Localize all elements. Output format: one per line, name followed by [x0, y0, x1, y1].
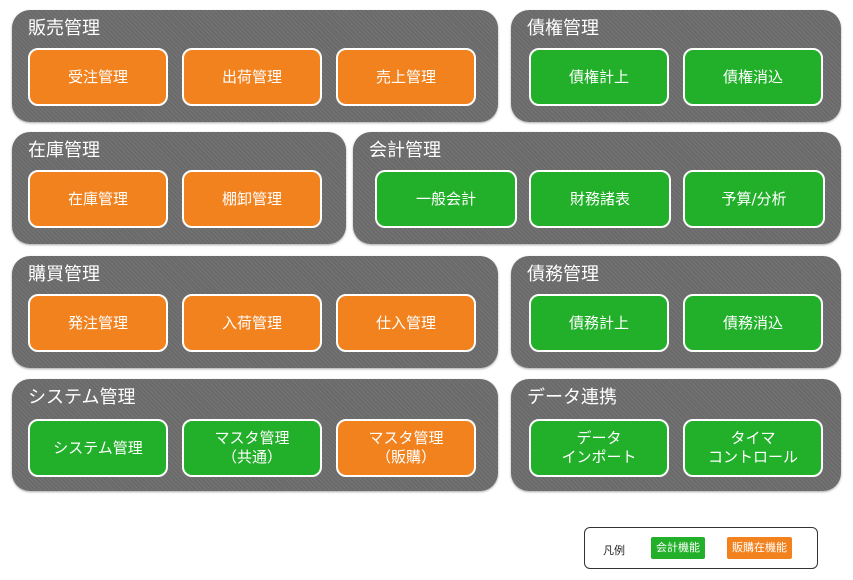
module-order[interactable]: 受注管理 — [28, 48, 168, 106]
module-shipping[interactable]: 出荷管理 — [182, 48, 322, 106]
module-inventory[interactable]: 在庫管理 — [28, 170, 168, 228]
module-master-common[interactable]: マスタ管理 （共通） — [182, 419, 322, 477]
group-system: システム管理 システム管理 マスタ管理 （共通） マスタ管理 （販購） — [12, 379, 498, 491]
module-sales-record[interactable]: 売上管理 — [336, 48, 476, 106]
module-system-management[interactable]: システム管理 — [28, 419, 168, 477]
group-data-integration: データ連携 データ インポート タイマ コントロール — [511, 379, 841, 491]
group-debt: 債務管理 債務計上 債務消込 — [511, 256, 841, 368]
legend: 凡例 会計機能 販購在機能 — [584, 527, 818, 569]
module-budget-analysis[interactable]: 予算/分析 — [683, 170, 825, 228]
module-timer-control[interactable]: タイマ コントロール — [683, 419, 823, 477]
module-debt-clearing[interactable]: 債務消込 — [683, 294, 823, 352]
group-accounting: 会計管理 一般会計 財務諸表 予算/分析 — [353, 132, 841, 244]
module-credit-entry[interactable]: 債権計上 — [529, 48, 669, 106]
group-title: 販売管理 — [28, 18, 100, 39]
legend-sales-chip: 販購在機能 — [727, 537, 792, 559]
module-purchasing[interactable]: 仕入管理 — [336, 294, 476, 352]
module-purchase-order[interactable]: 発注管理 — [28, 294, 168, 352]
group-inventory: 在庫管理 在庫管理 棚卸管理 — [12, 132, 346, 244]
group-purchase: 購買管理 発注管理 入荷管理 仕入管理 — [12, 256, 498, 368]
module-stocktaking[interactable]: 棚卸管理 — [182, 170, 322, 228]
group-title: 会計管理 — [369, 140, 441, 161]
group-title: システム管理 — [28, 387, 136, 408]
group-credit: 債権管理 債権計上 債権消込 — [511, 10, 841, 122]
module-financial-statements[interactable]: 財務諸表 — [529, 170, 671, 228]
module-receiving[interactable]: 入荷管理 — [182, 294, 322, 352]
group-title: データ連携 — [527, 387, 617, 408]
group-title: 在庫管理 — [28, 140, 100, 161]
module-credit-clearing[interactable]: 債権消込 — [683, 48, 823, 106]
module-debt-entry[interactable]: 債務計上 — [529, 294, 669, 352]
module-master-sales-purchase[interactable]: マスタ管理 （販購） — [336, 419, 476, 477]
module-data-import[interactable]: データ インポート — [529, 419, 669, 477]
legend-accounting-chip: 会計機能 — [651, 537, 705, 559]
module-general-ledger[interactable]: 一般会計 — [375, 170, 517, 228]
group-title: 購買管理 — [28, 264, 100, 285]
group-sales: 販売管理 受注管理 出荷管理 売上管理 — [12, 10, 498, 122]
group-title: 債務管理 — [527, 264, 599, 285]
group-title: 債権管理 — [527, 18, 599, 39]
legend-title: 凡例 — [603, 544, 625, 557]
